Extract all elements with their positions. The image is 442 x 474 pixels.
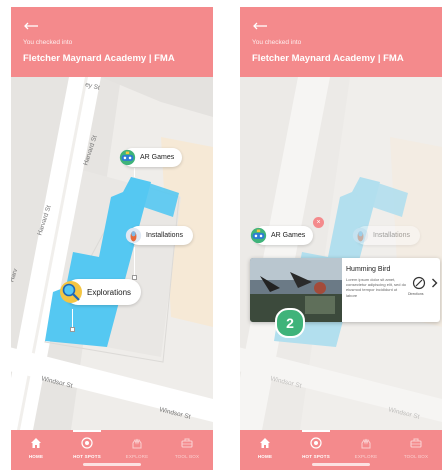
back-arrow-icon[interactable] — [252, 21, 268, 31]
pin-label: Installations — [146, 232, 183, 239]
map[interactable]: Windsor St Windsor St — [240, 77, 442, 430]
tab-tool-box[interactable]: TOOL BOX — [391, 436, 441, 466]
pin-stem — [72, 309, 73, 329]
tab-label: TOOL BOX — [174, 454, 200, 459]
pin-ar-games[interactable]: AR Games — [119, 148, 183, 167]
phone-screen-detail: You checked into Fletcher Maynard Academ… — [240, 7, 442, 470]
hotspot-number-badge: 2 — [275, 308, 305, 338]
ar-games-icon — [250, 227, 267, 244]
venue-name: Fletcher Maynard Academy | FMA — [252, 53, 404, 64]
tab-label: HOT SPOTS — [302, 454, 330, 459]
home-icon — [31, 438, 41, 448]
map[interactable]: Harvard St Harvard St Harv ey St Windsor… — [11, 77, 213, 430]
pin-stem — [134, 168, 135, 177]
pin-explorations[interactable]: Explorations — [60, 279, 142, 305]
home-indicator — [312, 463, 370, 466]
back-arrow-icon[interactable] — [23, 21, 39, 31]
header: You checked into Fletcher Maynard Academ… — [240, 7, 442, 77]
chevron-right-icon[interactable] — [431, 278, 438, 288]
tab-hot-spots[interactable]: HOT SPOTS — [291, 436, 341, 466]
tab-explore[interactable]: EXPLORE — [341, 436, 391, 466]
hands-icon — [132, 438, 142, 449]
directions-label: Directions — [408, 292, 424, 296]
home-indicator — [83, 463, 141, 466]
header: You checked into Fletcher Maynard Academ… — [11, 7, 213, 77]
ar-games-icon — [119, 149, 136, 166]
pin-installations[interactable]: Installations — [352, 226, 420, 245]
installations-icon — [352, 227, 369, 244]
tab-tool-box[interactable]: TOOL BOX — [162, 436, 212, 466]
directions-icon[interactable] — [412, 276, 426, 290]
tab-hot-spots[interactable]: HOT SPOTS — [62, 436, 112, 466]
pin-label: Explorations — [87, 287, 132, 297]
toolbox-icon — [181, 438, 193, 448]
pin-stem — [134, 247, 135, 277]
checked-in-text: You checked into — [252, 39, 302, 46]
tab-indicator — [302, 430, 330, 432]
tab-explore[interactable]: EXPLORE — [112, 436, 162, 466]
target-icon — [310, 437, 322, 449]
pin-label: Installations — [373, 232, 410, 239]
tab-label: TOOL BOX — [403, 454, 429, 459]
hands-icon — [361, 438, 371, 449]
tab-label: EXPLORE — [125, 454, 149, 459]
checked-in-text: You checked into — [23, 39, 73, 46]
pin-label: AR Games — [271, 232, 306, 239]
tab-label: HOME — [257, 454, 273, 459]
installations-icon — [125, 227, 142, 244]
tab-label: HOME — [28, 454, 44, 459]
tab-label: EXPLORE — [354, 454, 378, 459]
pin-dot — [70, 327, 75, 332]
target-icon — [81, 437, 93, 449]
venue-name: Fletcher Maynard Academy | FMA — [23, 53, 175, 64]
tab-label: HOT SPOTS — [73, 454, 101, 459]
close-button[interactable]: × — [313, 217, 324, 228]
toolbox-icon — [410, 438, 422, 448]
home-icon — [260, 438, 270, 448]
hotspot-description: Lorem ipsum dolor sit amet, consectetur … — [346, 277, 407, 298]
pin-installations[interactable]: Installations — [125, 226, 193, 245]
tab-home[interactable]: HOME — [11, 436, 61, 466]
phone-screen-map: You checked into Fletcher Maynard Academ… — [11, 7, 213, 470]
hotspot-title: Humming Bird — [346, 266, 391, 273]
tab-indicator — [73, 430, 101, 432]
tab-home[interactable]: HOME — [240, 436, 290, 466]
pin-label: AR Games — [140, 154, 175, 161]
pin-ar-games[interactable]: AR Games — [250, 226, 314, 245]
explorations-icon — [60, 281, 82, 303]
